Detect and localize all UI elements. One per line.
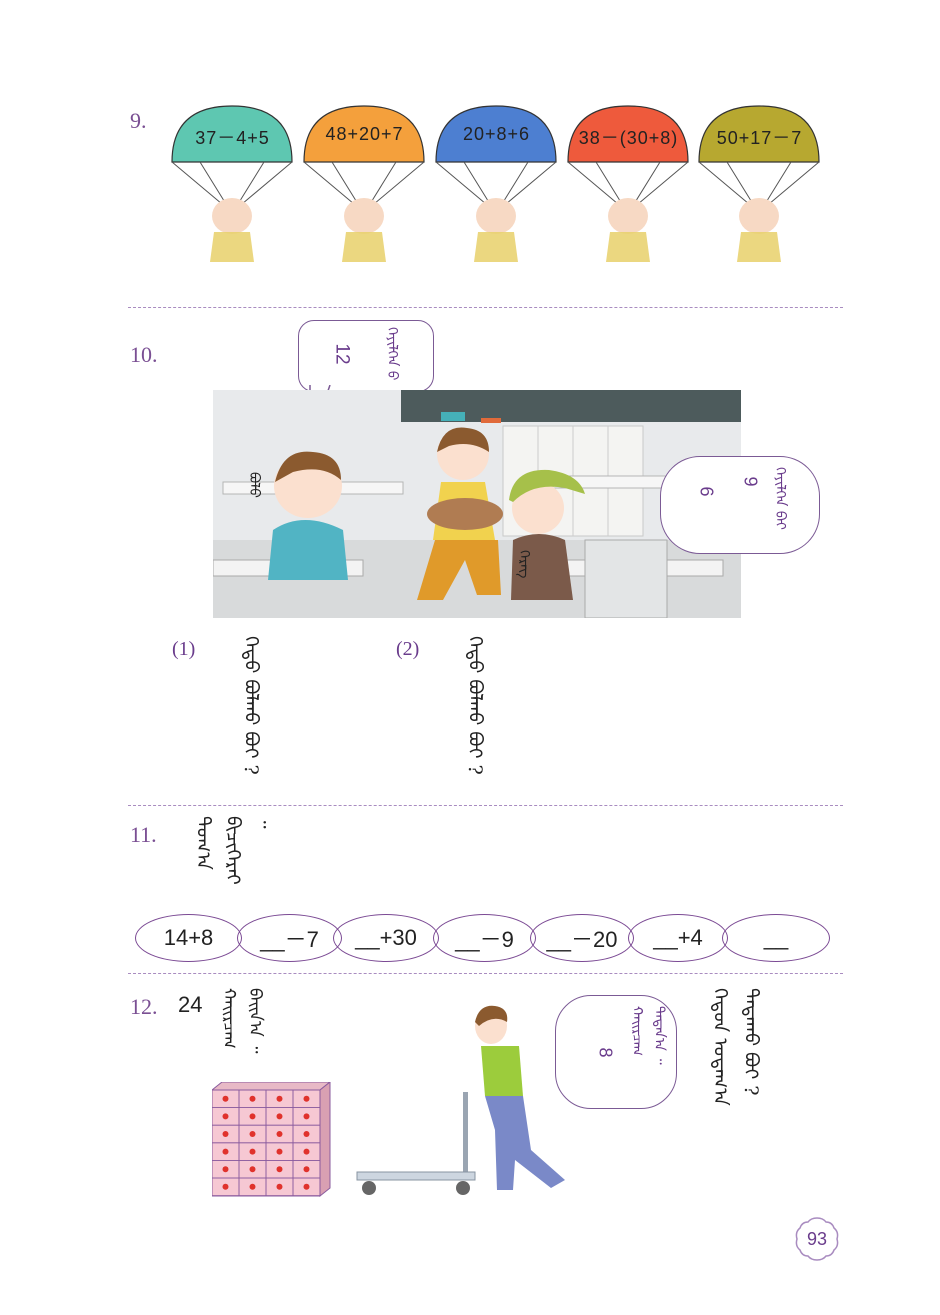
parachute-expression: 48+20+7 xyxy=(325,124,404,144)
bubble-right-value-2: 6 xyxy=(696,486,717,497)
boy-with-cart xyxy=(356,1005,565,1195)
chain-oval: __－7 xyxy=(237,914,342,962)
q10-sub2-text: ᠬᠡᠳᠦ ᠪᠣᠯᠬᠤ ᠪᠤᠢ ? xyxy=(464,636,486,775)
parachute-expression: 20+8+6 xyxy=(462,124,531,144)
chain-oval: __－20 xyxy=(530,914,634,962)
label-girl: ᠬᠡᠷᠡᠭ xyxy=(516,550,532,579)
divider xyxy=(128,973,843,974)
page-number-badge: 93 xyxy=(794,1216,840,1262)
q10-sub1-text: ᠬᠡᠳᠦ ᠪᠣᠯᠬᠤ ᠪᠤᠢ ? xyxy=(240,636,262,775)
parachute-dog: 20+8+6 xyxy=(434,104,559,274)
bubble-left-text: ᠬᠡᠶᠢᠯᠭᠡᠨ ᠪ xyxy=(384,327,400,381)
page-number: 93 xyxy=(806,1229,828,1249)
speech-bubble-left: ᠬᠡᠶᠢᠯᠭᠡᠨ ᠪ 12 xyxy=(298,320,434,392)
parachute-expression: 37－4+5 xyxy=(195,128,270,148)
question-10-number: 10. xyxy=(130,342,158,367)
question-9-number: 9. xyxy=(130,108,147,133)
parachute-bear: 48+20+7 xyxy=(302,104,427,274)
chain-oval: __－9 xyxy=(433,914,536,962)
bubble-q12-text: ᠬᠠᠢᠷᠴᠠᠭ ᠲᠠᠲᠠᠨ᠎ᠠ ᠃ xyxy=(629,1006,667,1065)
q12-question: ᠬᠡᠳᠦᠨ ᠤᠳᠠᠭ᠎ᠠ ᠲᠠᠲᠠᠬᠤ ᠪᠤᠢ ? xyxy=(709,988,762,1106)
chain-oval: 14+8 xyxy=(135,914,242,962)
parachute-monkey: 38－(30+8) xyxy=(566,104,691,274)
label-boy: ᠪᠤᠯᠤ xyxy=(246,472,262,498)
divider xyxy=(128,805,843,806)
bubble-left-value: 12 xyxy=(331,343,353,365)
q10-sub1-mark: (1) xyxy=(172,638,196,660)
parachute-rabbit: 50+17－7 xyxy=(697,104,822,274)
chain-oval: __+30 xyxy=(333,914,439,962)
speech-bubble-q12: ᠬᠠᠢᠷᠴᠠᠭ ᠲᠠᠲᠠᠨ᠎ᠠ ᠃ 8 xyxy=(555,995,677,1109)
parachute-pig: 37－4+5 xyxy=(170,104,295,274)
bubble-right-text: ᠬᠡᠶᠢᠯᠭᠡᠨ ᠪᠠᠢ xyxy=(772,467,788,530)
boxes-stack xyxy=(212,1082,331,1198)
chain-oval: __+4 xyxy=(628,914,728,962)
chain-oval: __ xyxy=(722,914,830,962)
question-12-number: 12. xyxy=(130,994,158,1019)
question-11-number: 11. xyxy=(130,822,157,847)
q11-instruction: ᠲᠣᠭ᠎ᠠ ᠪᠢᠴᠢᠭᠡᠷᠡᠢ ᠃ xyxy=(192,816,274,885)
bubble-right-value-1: 9 xyxy=(740,476,761,487)
divider xyxy=(128,307,843,308)
bubble-q12-value: 8 xyxy=(595,1047,616,1058)
parachute-expression: 50+17－7 xyxy=(716,128,803,148)
q12-text-left: ᠬᠠᠢᠷᠴᠠᠭ ᠪᠠᠢᠨ᠎ᠠ ᠃ xyxy=(219,988,265,1054)
q10-sub2-mark: (2) xyxy=(396,638,420,660)
parachute-expression: 38－(30+8) xyxy=(578,128,679,148)
speech-bubble-right: ᠬᠡᠶᠢᠯᠭᠡᠨ ᠪᠠᠢ 9 6 xyxy=(660,456,820,554)
q12-count: 24 xyxy=(178,992,203,1017)
